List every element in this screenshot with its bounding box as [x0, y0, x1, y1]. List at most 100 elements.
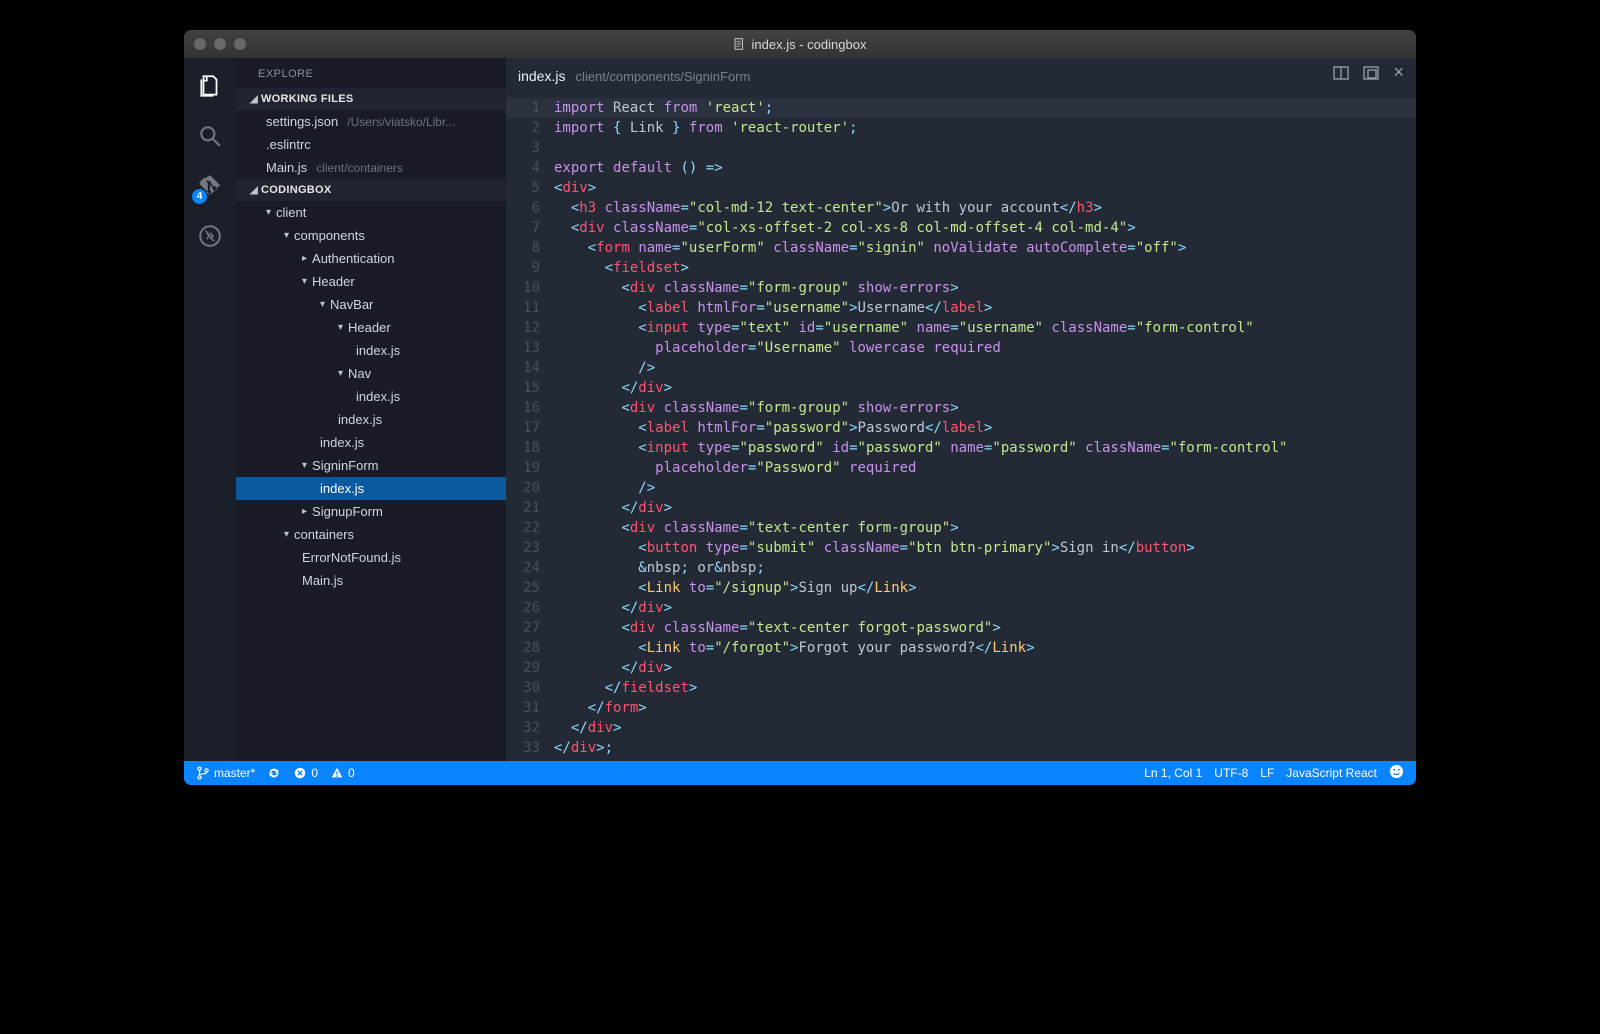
- status-sync[interactable]: [267, 766, 281, 780]
- project-header[interactable]: ◢CODINGBOX: [236, 179, 506, 201]
- line-content: <input type="password" id="password" nam…: [554, 438, 1287, 458]
- code-line[interactable]: 19 placeholder="Password" required: [506, 458, 1416, 478]
- tree-folder[interactable]: ▸Authentication: [236, 247, 506, 270]
- code-editor[interactable]: 1import React from 'react';2import { Lin…: [506, 94, 1416, 761]
- more-icon[interactable]: [1363, 65, 1379, 86]
- code-line[interactable]: 29 </div>: [506, 658, 1416, 678]
- code-line[interactable]: 3: [506, 138, 1416, 158]
- sync-icon: [267, 766, 281, 780]
- working-files-header[interactable]: ◢WORKING FILES: [236, 88, 506, 110]
- code-line[interactable]: 7 <div className="col-xs-offset-2 col-xs…: [506, 218, 1416, 238]
- status-errors[interactable]: 0: [293, 766, 318, 780]
- tree-file[interactable]: index.js: [236, 385, 506, 408]
- tree-folder[interactable]: ▾SigninForm: [236, 454, 506, 477]
- activity-git[interactable]: 4: [194, 170, 226, 202]
- code-line[interactable]: 26 </div>: [506, 598, 1416, 618]
- tree-folder[interactable]: ▾Nav: [236, 362, 506, 385]
- working-file-item[interactable]: Main.jsclient/containers: [236, 156, 506, 179]
- code-line[interactable]: 20 />: [506, 478, 1416, 498]
- traffic-close[interactable]: [194, 38, 206, 50]
- code-line[interactable]: 32 </div>: [506, 718, 1416, 738]
- line-content: </fieldset>: [554, 678, 697, 698]
- tree-file[interactable]: index.js: [236, 408, 506, 431]
- code-line[interactable]: 6 <h3 className="col-md-12 text-center">…: [506, 198, 1416, 218]
- tab[interactable]: index.js client/components/SigninForm: [518, 68, 750, 84]
- chevron-icon: ▸: [302, 506, 307, 517]
- code-line[interactable]: 2import { Link } from 'react-router';: [506, 118, 1416, 138]
- code-line[interactable]: 8 <form name="userForm" className="signi…: [506, 238, 1416, 258]
- tree-label: index.js: [356, 389, 400, 404]
- working-file-item[interactable]: settings.json/Users/viatsko/Libr...: [236, 110, 506, 133]
- code-line[interactable]: 13 placeholder="Username" lowercase requ…: [506, 338, 1416, 358]
- tree-label: NavBar: [330, 297, 373, 312]
- code-line[interactable]: 12 <input type="text" id="username" name…: [506, 318, 1416, 338]
- status-branch[interactable]: master*: [196, 766, 255, 780]
- line-content: import React from 'react';: [554, 98, 773, 118]
- code-line[interactable]: 25 <Link to="/signup">Sign up</Link>: [506, 578, 1416, 598]
- status-position[interactable]: Ln 1, Col 1: [1144, 766, 1202, 780]
- traffic-minimize[interactable]: [214, 38, 226, 50]
- line-number: 29: [506, 658, 554, 678]
- close-tab[interactable]: ×: [1393, 65, 1404, 86]
- code-line[interactable]: 27 <div className="text-center forgot-pa…: [506, 618, 1416, 638]
- code-line[interactable]: 18 <input type="password" id="password" …: [506, 438, 1416, 458]
- chevron-icon: ▾: [302, 460, 307, 471]
- code-line[interactable]: 31 </form>: [506, 698, 1416, 718]
- activity-explorer[interactable]: [194, 70, 226, 102]
- tree-file[interactable]: ErrorNotFound.js: [236, 546, 506, 569]
- activity-search[interactable]: [194, 120, 226, 152]
- code-line[interactable]: 14 />: [506, 358, 1416, 378]
- status-language[interactable]: JavaScript React: [1286, 766, 1377, 780]
- tree-folder[interactable]: ▾Header: [236, 270, 506, 293]
- tabbar: index.js client/components/SigninForm ×: [506, 58, 1416, 94]
- line-content: </form>: [554, 698, 647, 718]
- code-line[interactable]: 17 <label htmlFor="password">Password</l…: [506, 418, 1416, 438]
- tree-folder[interactable]: ▾containers: [236, 523, 506, 546]
- code-line[interactable]: 15 </div>: [506, 378, 1416, 398]
- tree-folder[interactable]: ▾NavBar: [236, 293, 506, 316]
- code-line[interactable]: 22 <div className="text-center form-grou…: [506, 518, 1416, 538]
- line-number: 25: [506, 578, 554, 598]
- line-number: 24: [506, 558, 554, 578]
- sidebar: EXPLORE ◢WORKING FILES settings.json/Use…: [236, 58, 506, 761]
- code-line[interactable]: 4export default () =>: [506, 158, 1416, 178]
- line-content: <form name="userForm" className="signin"…: [554, 238, 1186, 258]
- traffic-zoom[interactable]: [234, 38, 246, 50]
- code-line[interactable]: 11 <label htmlFor="username">Username</l…: [506, 298, 1416, 318]
- code-line[interactable]: 28 <Link to="/forgot">Forgot your passwo…: [506, 638, 1416, 658]
- activity-debug[interactable]: [194, 220, 226, 252]
- line-number: 12: [506, 318, 554, 338]
- status-left: master* 0 0: [196, 766, 355, 780]
- code-line[interactable]: 24 &nbsp; or&nbsp;: [506, 558, 1416, 578]
- code-line[interactable]: 9 <fieldset>: [506, 258, 1416, 278]
- tree-label: Header: [312, 274, 355, 289]
- code-line[interactable]: 30 </fieldset>: [506, 678, 1416, 698]
- code-line[interactable]: 33</div>;: [506, 738, 1416, 758]
- line-number: 20: [506, 478, 554, 498]
- tree-folder[interactable]: ▸SignupForm: [236, 500, 506, 523]
- code-line[interactable]: 10 <div className="form-group" show-erro…: [506, 278, 1416, 298]
- tree-label: Main.js: [302, 573, 343, 588]
- tree-file[interactable]: index.js: [236, 339, 506, 362]
- warning-count: 0: [348, 766, 355, 780]
- working-file-item[interactable]: .eslintrc: [236, 133, 506, 156]
- code-line[interactable]: 16 <div className="form-group" show-erro…: [506, 398, 1416, 418]
- file-icon: [734, 38, 746, 50]
- status-encoding[interactable]: UTF-8: [1214, 766, 1248, 780]
- tree-file[interactable]: Main.js: [236, 569, 506, 592]
- code-line[interactable]: 21 </div>: [506, 498, 1416, 518]
- tree-folder[interactable]: ▾client: [236, 201, 506, 224]
- status-feedback[interactable]: [1389, 764, 1404, 782]
- status-warnings[interactable]: 0: [330, 766, 355, 780]
- tree-folder[interactable]: ▾components: [236, 224, 506, 247]
- status-eol[interactable]: LF: [1260, 766, 1274, 780]
- tree-file[interactable]: index.js: [236, 431, 506, 454]
- line-number: 7: [506, 218, 554, 238]
- code-line[interactable]: 5<div>: [506, 178, 1416, 198]
- code-line[interactable]: 23 <button type="submit" className="btn …: [506, 538, 1416, 558]
- tree-folder[interactable]: ▾Header: [236, 316, 506, 339]
- code-line[interactable]: 1import React from 'react';: [506, 98, 1416, 118]
- tree-file[interactable]: index.js: [236, 477, 506, 500]
- chevron-icon: ▾: [338, 368, 343, 379]
- split-editor-icon[interactable]: [1333, 65, 1349, 86]
